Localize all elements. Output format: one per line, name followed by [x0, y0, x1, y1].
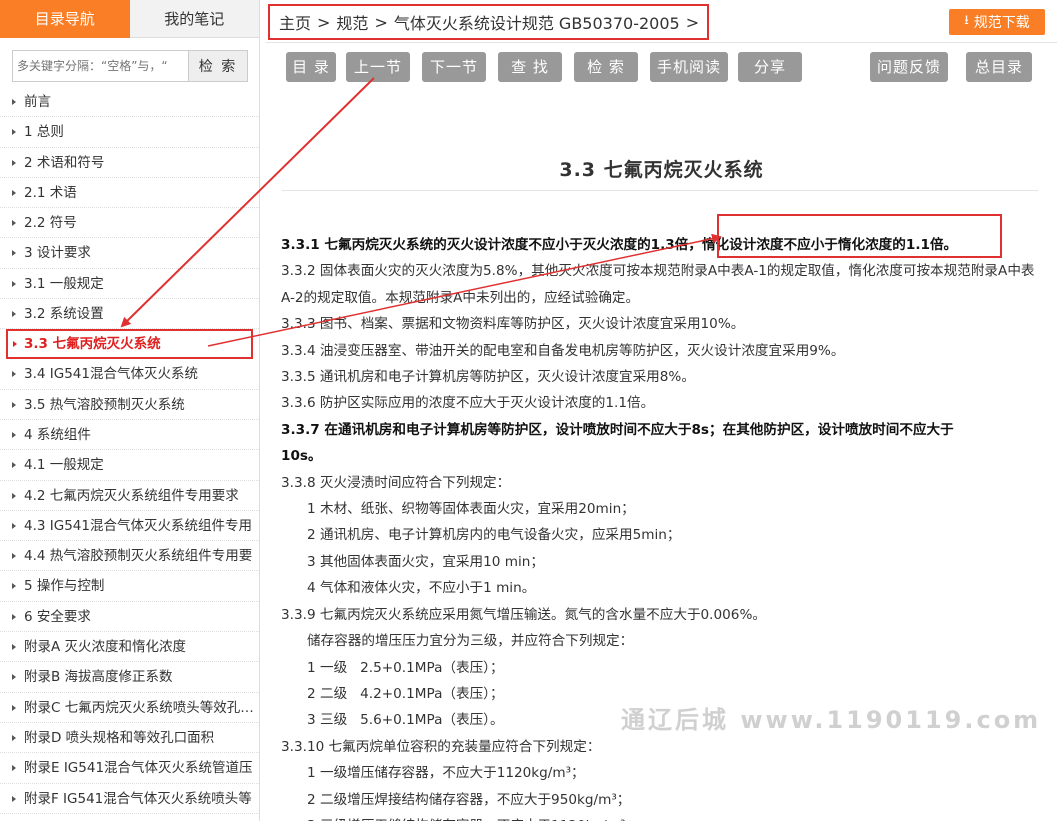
keyword-search-input[interactable]: [12, 50, 188, 82]
clause-item: 2 二级增压焊接结构储存容器，不应大于950kg/m³；: [307, 791, 631, 808]
sidebar: 目录导航 我的笔记 检 索 前言1 总则2 术语和符号2.1 术语2.2 符号3…: [0, 0, 260, 821]
toc-item[interactable]: 1 总则: [0, 117, 259, 148]
toc-item[interactable]: 附录C 七氟丙烷灭火系统喷头等效孔…: [0, 693, 259, 723]
clause-3-3-3: 3.3.3 图书、档案、票据和文物资料库等防护区，灭火设计浓度宜采用10%。: [281, 316, 745, 333]
share-button[interactable]: 分享: [738, 52, 802, 82]
clause-item: 2 二级 4.2+0.1MPa（表压）；: [307, 685, 504, 702]
tab-my-notes[interactable]: 我的笔记: [129, 0, 259, 38]
prev-section-button[interactable]: 上一节: [346, 52, 410, 82]
breadcrumb-home[interactable]: 主页: [279, 10, 311, 34]
toc-item[interactable]: 3.5 热气溶胶预制灭火系统: [0, 390, 259, 420]
clause-3-3-7-line1: 3.3.7 在通讯机房和电子计算机房等防护区，设计喷放时间不应大于8s；在其他防…: [281, 421, 954, 438]
toc-item[interactable]: 附录F IG541混合气体灭火系统喷头等: [0, 784, 259, 814]
toc-item[interactable]: 附录B 海拔高度修正系数: [0, 662, 259, 693]
clause-3-3-1-part-a: 3.3.1 七氟丙烷灭火系统的灭火设计浓度不应小于灭火浓度的1.3倍，: [281, 237, 702, 253]
clause-3-3-10: 3.3.10 七氟丙烷单位容积的充装量应符合下列规定：: [281, 738, 601, 755]
clause-item: 1 一级增压储存容器，不应大于1120kg/m³；: [307, 765, 585, 782]
clause-item: 3 其他固体表面火灾，宜采用10 min；: [307, 553, 544, 570]
clause-3-3-9-sub: 储存容器的增压压力宜分为三级，并应符合下列规定：: [307, 633, 634, 650]
clause-3-3-7-line2: 10s。: [281, 448, 322, 465]
breadcrumb-separator: >: [317, 12, 331, 32]
sidebar-search: 检 索: [12, 50, 248, 82]
find-button[interactable]: 查 找: [498, 52, 562, 82]
clause-3-3-9: 3.3.9 七氟丙烷灭火系统应采用氮气增压输送。氮气的含水量不应大于0.006%…: [281, 606, 766, 623]
toc-item[interactable]: 5 操作与控制: [0, 571, 259, 602]
search-button[interactable]: 检 索: [188, 50, 248, 82]
main-content: 主页 > 规范 > 气体灭火系统设计规范 GB50370-2005 > ⭳ 规范…: [266, 0, 1057, 821]
spec-download-button[interactable]: ⭳ 规范下载: [949, 9, 1045, 35]
clause-3-3-4: 3.3.4 油浸变压器室、带油开关的配电室和自备发电机房等防护区，灭火设计浓度宜…: [281, 342, 845, 359]
clause-item: 2 通讯机房、电子计算机房内的电气设备火灾，应采用5min；: [307, 527, 681, 544]
toc-item[interactable]: 2.1 术语: [0, 178, 259, 209]
toc-item[interactable]: 2.2 符号: [0, 208, 259, 239]
breadcrumb-separator: >: [374, 12, 388, 32]
clause-item: 1 木材、纸张、织物等固体表面火灾，宜采用20min；: [307, 501, 635, 518]
toc-item[interactable]: 3.1 一般规定: [0, 269, 259, 300]
clause-3-3-1: 3.3.1 七氟丙烷灭火系统的灭火设计浓度不应小于灭火浓度的1.3倍，惰化设计浓…: [281, 232, 1041, 258]
clause-item: 3 三级增压无缝结构储存容器，不应大于1120kg/m³；: [281, 813, 1041, 821]
toc-item[interactable]: 4.4 热气溶胶预制灭火系统组件专用要: [0, 541, 259, 572]
toc-item[interactable]: 附录A 灭火浓度和惰化浓度: [0, 632, 259, 663]
clause-3-3-5: 3.3.5 通讯机房和电子计算机房等防护区，灭火设计浓度宜采用8%。: [281, 369, 695, 386]
feedback-button[interactable]: 问题反馈: [870, 52, 948, 82]
toc-item-active[interactable]: 3.3 七氟丙烷灭火系统: [6, 329, 253, 360]
title-divider: [282, 190, 1038, 191]
mobile-read-button[interactable]: 手机阅读: [650, 52, 728, 82]
toc-item[interactable]: 3.2 系统设置: [0, 299, 259, 330]
article-body: 3.3.1 七氟丙烷灭火系统的灭火设计浓度不应小于灭火浓度的1.3倍，惰化设计浓…: [281, 232, 1041, 821]
toc-item[interactable]: 附录D 喷头规格和等效孔口面积: [0, 723, 259, 754]
breadcrumb-current-spec[interactable]: 气体灭火系统设计规范 GB50370-2005: [394, 10, 680, 34]
toc-list: 前言 1 总则 2 术语和符号 2.1 术语 2.2 符号 3 设计要求 3.1 一般规定 3…: [0, 87, 259, 814]
toc-item[interactable]: 4.1 一般规定: [0, 450, 259, 481]
download-label: 规范下载: [973, 15, 1030, 31]
breadcrumb-specs[interactable]: 规范: [336, 10, 368, 34]
clause-3-3-6: 3.3.6 防护区实际应用的浓度不应大于灭火设计浓度的1.1倍。: [281, 395, 655, 412]
clause-3-3-1-part-b: 惰化设计浓度不应小于惰化浓度的1.1倍。: [701, 237, 958, 253]
search-content-button[interactable]: 检 索: [574, 52, 638, 82]
section-title: 3.3 七氟丙烷灭火系统: [559, 159, 764, 181]
clause-item: 1 一级 2.5+0.1MPa（表压）；: [307, 659, 504, 676]
download-icon: ⭳: [964, 13, 969, 28]
toc-item[interactable]: 4.2 七氟丙烷灭火系统组件专用要求: [0, 481, 259, 511]
toc-item[interactable]: 附录E IG541混合气体灭火系统管道压: [0, 753, 259, 784]
clause-item: 4 气体和液体火灾，不应小于1 min。: [307, 580, 536, 597]
breadcrumb: 主页 > 规范 > 气体灭火系统设计规范 GB50370-2005 >: [268, 4, 709, 40]
master-toc-button[interactable]: 总目录: [966, 52, 1032, 82]
toc-item[interactable]: 4.3 IG541混合气体灭火系统组件专用: [0, 511, 259, 542]
toc-item[interactable]: 2 术语和符号: [0, 148, 259, 178]
toc-item[interactable]: 前言: [0, 87, 259, 118]
clause-3-3-2: 3.3.2 固体表面火灾的灭火浓度为5.8%，其他灭火浓度可按本规范附录A中表A…: [281, 263, 1035, 306]
sidebar-tabs: 目录导航 我的笔记: [0, 0, 259, 38]
breadcrumb-separator: >: [685, 12, 700, 32]
next-section-button[interactable]: 下一节: [422, 52, 486, 82]
toc-item[interactable]: 6 安全要求: [0, 602, 259, 633]
tab-toc-navigation[interactable]: 目录导航: [0, 0, 130, 38]
toc-item[interactable]: 3.4 IG541混合气体灭火系统: [0, 359, 259, 390]
clause-3-3-8: 3.3.8 灭火浸渍时间应符合下列规定：: [281, 474, 511, 491]
toc-item[interactable]: 3 设计要求: [0, 238, 259, 269]
clause-item: 3 三级 5.6+0.1MPa（表压）。: [307, 712, 504, 729]
toc-item[interactable]: 4 系统组件: [0, 420, 259, 451]
header-divider: [266, 42, 1057, 43]
toc-button[interactable]: 目 录: [286, 52, 336, 82]
